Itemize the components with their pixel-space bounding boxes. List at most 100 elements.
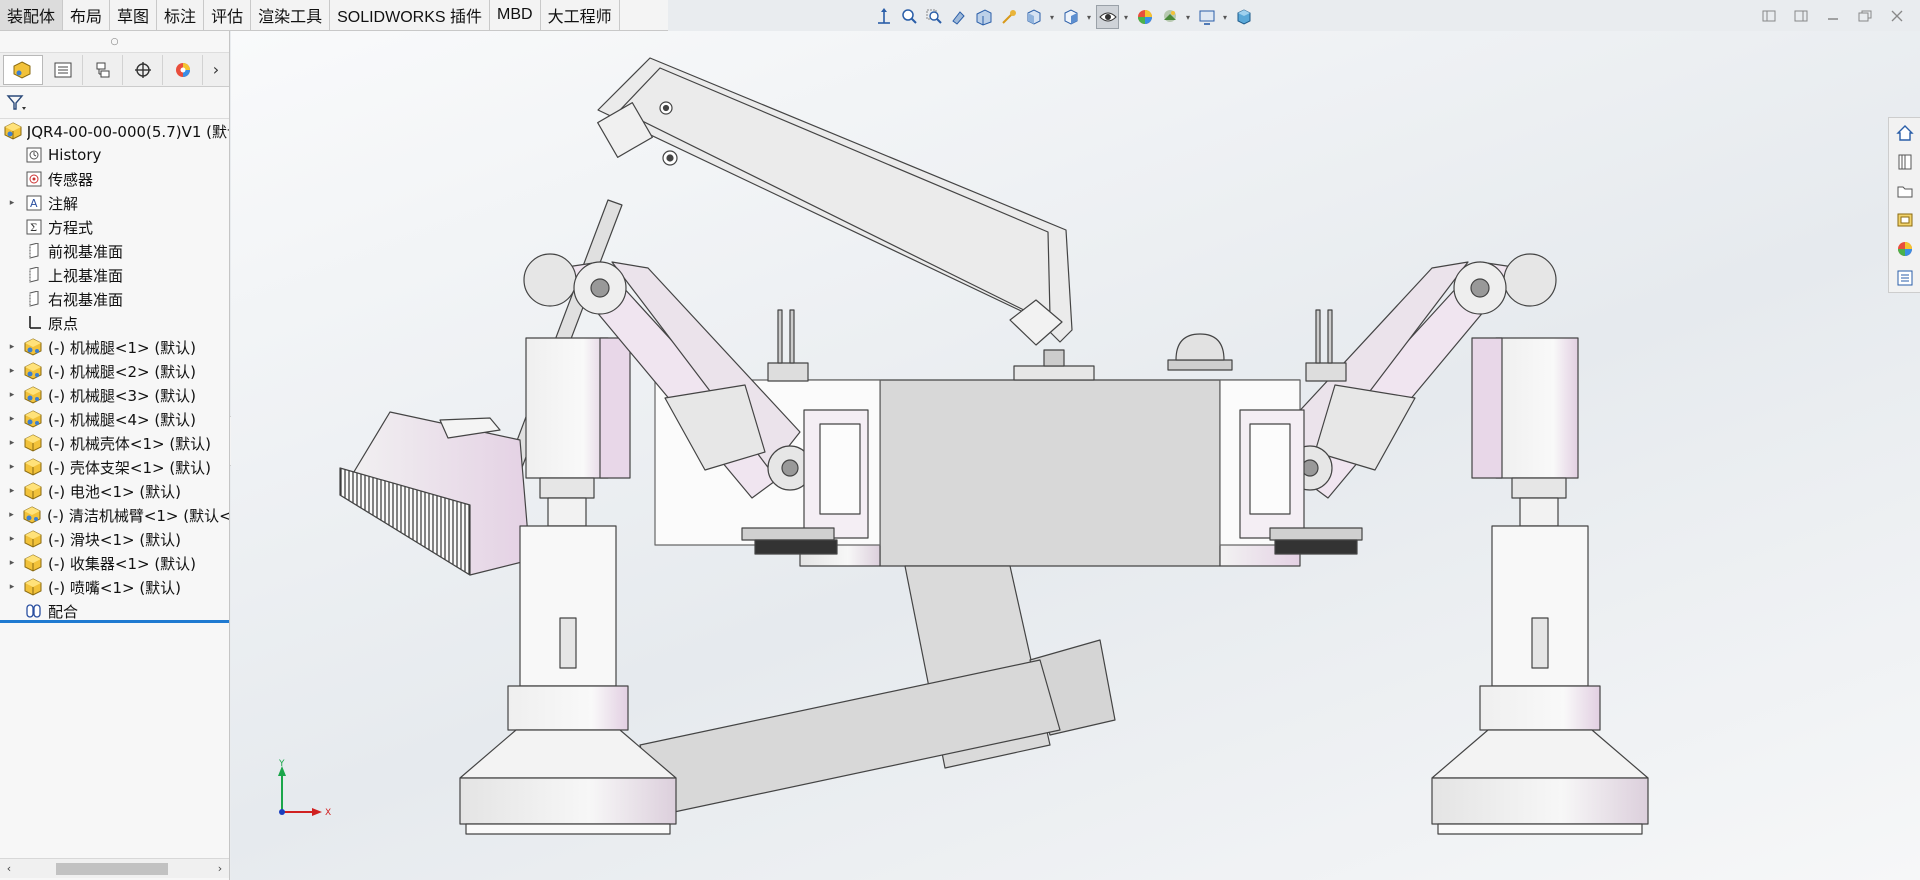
tree-item[interactable]: ▸ (-) 机械腿<4> (默认): [0, 407, 229, 431]
history-icon: [24, 146, 44, 164]
dynamic-annotation-icon[interactable]: [997, 5, 1020, 29]
solidworks-resources-icon[interactable]: [1889, 118, 1920, 147]
featuremanager-tab-icon[interactable]: [3, 54, 43, 85]
tile-left-button[interactable]: [1758, 6, 1780, 26]
tree-item[interactable]: ▸前视基准面: [0, 239, 229, 263]
subassembly-icon: [24, 338, 44, 356]
tree-item[interactable]: ▸ (-) 滑块<1> (默认): [0, 527, 229, 551]
part-icon: [24, 458, 44, 476]
plane-icon: [24, 242, 44, 260]
more-tabs-chevron-icon[interactable]: ›: [203, 55, 229, 85]
previous-view-icon[interactable]: [947, 5, 970, 29]
close-button[interactable]: [1886, 6, 1908, 26]
tree-item[interactable]: ▸ (-) 收集器<1> (默认): [0, 551, 229, 575]
robot-model[interactable]: Y X: [231, 31, 1920, 880]
file-explorer-icon[interactable]: [1889, 176, 1920, 205]
section-view-icon[interactable]: [972, 5, 995, 29]
tree-item[interactable]: ▸ (-) 电池<1> (默认): [0, 479, 229, 503]
propertymanager-tab-icon[interactable]: [43, 54, 83, 85]
graphics-area[interactable]: Y X: [231, 31, 1920, 880]
tree-horizontal-scrollbar[interactable]: ‹ ›: [0, 858, 229, 878]
display-style-icon[interactable]: [1059, 5, 1082, 29]
tree-item[interactable]: ▸ (-) 清洁机械臂<1> (默认<默: [0, 503, 229, 527]
zoom-to-area-icon[interactable]: [922, 5, 945, 29]
dropdown-caret-icon[interactable]: ▾: [1183, 5, 1193, 29]
dropdown-caret-icon[interactable]: ▾: [1047, 5, 1057, 29]
filter-icon[interactable]: [6, 94, 28, 112]
panel-tabs: ›: [0, 53, 229, 87]
tree-root-assembly[interactable]: JQR4-00-00-000(5.7)V1 (默认: [0, 119, 229, 143]
tile-right-button[interactable]: [1790, 6, 1812, 26]
command-tab-5[interactable]: 渲染工具: [251, 0, 331, 30]
zoom-to-fit-icon[interactable]: [897, 5, 920, 29]
expand-arrow-icon[interactable]: ▸: [6, 390, 18, 400]
expand-arrow-icon[interactable]: ▸: [6, 510, 17, 520]
expand-arrow-icon[interactable]: ▸: [6, 534, 18, 544]
minimize-button[interactable]: [1822, 6, 1844, 26]
tree-item[interactable]: ▸ (-) 机械壳体<1> (默认): [0, 431, 229, 455]
tree-item[interactable]: ▸ (-) 机械腿<3> (默认): [0, 383, 229, 407]
custom-properties-icon[interactable]: [1889, 263, 1920, 292]
expand-arrow-icon[interactable]: ▸: [6, 558, 18, 568]
tree-item[interactable]: ▸ (-) 机械腿<1> (默认): [0, 335, 229, 359]
command-tab-1[interactable]: 布局: [63, 0, 111, 30]
tree-item-label: (-) 收集器<1> (默认): [48, 554, 197, 573]
command-tab-3[interactable]: 标注: [157, 0, 205, 30]
tree-item[interactable]: ▸传感器: [0, 167, 229, 191]
tree-filter[interactable]: [0, 87, 229, 119]
dimxpertmanager-tab-icon[interactable]: [123, 54, 163, 85]
scroll-track[interactable]: [18, 862, 211, 876]
3d-view-icon[interactable]: [1232, 5, 1255, 29]
expand-arrow-icon[interactable]: ▸: [6, 342, 18, 352]
design-library-icon[interactable]: [1889, 147, 1920, 176]
command-tab-0[interactable]: 装配体: [0, 0, 64, 30]
view-palette-icon[interactable]: [1889, 205, 1920, 234]
restore-button[interactable]: [1854, 6, 1876, 26]
dropdown-caret-icon[interactable]: ▾: [1084, 5, 1094, 29]
expand-arrow-icon[interactable]: ▸: [6, 414, 18, 424]
displaymanager-tab-icon[interactable]: [163, 54, 203, 85]
view-orientation-icon[interactable]: [872, 5, 895, 29]
scroll-left-icon[interactable]: ‹: [0, 859, 18, 879]
tree-item[interactable]: ▸ A 注解: [0, 191, 229, 215]
tree-item[interactable]: ▸右视基准面: [0, 287, 229, 311]
configurationmanager-tab-icon[interactable]: [83, 54, 123, 85]
tree-item-label: (-) 壳体支架<1> (默认): [48, 458, 212, 477]
view-orientation-cube-icon[interactable]: [1022, 5, 1045, 29]
panel-grip-icon[interactable]: ○: [0, 31, 229, 53]
command-tab-4[interactable]: 评估: [204, 0, 252, 30]
expand-arrow-icon[interactable]: ▸: [6, 438, 18, 448]
svg-text:Σ: Σ: [30, 223, 37, 234]
scroll-right-icon[interactable]: ›: [211, 859, 229, 879]
expand-arrow-icon[interactable]: ▸: [6, 486, 18, 496]
appearances-scenes-icon[interactable]: [1889, 234, 1920, 263]
scroll-thumb[interactable]: [56, 862, 168, 875]
view-settings-icon[interactable]: [1195, 5, 1218, 29]
tree-item[interactable]: ▸Σ方程式: [0, 215, 229, 239]
hide-show-items-icon[interactable]: [1096, 5, 1119, 29]
expand-arrow-icon[interactable]: ▸: [6, 462, 18, 472]
part-icon: [24, 482, 44, 500]
tree-item[interactable]: ▸History: [0, 143, 229, 167]
dropdown-caret-icon[interactable]: ▾: [1121, 5, 1131, 29]
tree-item[interactable]: ▸ (-) 喷嘴<1> (默认): [0, 575, 229, 599]
edit-appearance-icon[interactable]: [1133, 5, 1156, 29]
apply-scene-icon[interactable]: [1158, 5, 1181, 29]
assembly-icon: [4, 122, 23, 140]
command-tab-6[interactable]: SOLIDWORKS 插件: [330, 0, 491, 30]
command-tab-2[interactable]: 草图: [110, 0, 158, 30]
expand-arrow-icon[interactable]: ▸: [6, 198, 18, 208]
tree-item-label: History: [48, 146, 102, 164]
expand-arrow-icon[interactable]: ▸: [6, 582, 18, 592]
command-tab-7[interactable]: MBD: [490, 0, 541, 30]
part-icon: [24, 434, 44, 452]
tree-item-label: (-) 机械腿<3> (默认): [48, 386, 197, 405]
tree-item[interactable]: ▸原点: [0, 311, 229, 335]
tree-item[interactable]: ▸ (-) 机械腿<2> (默认): [0, 359, 229, 383]
expand-arrow-icon[interactable]: ▸: [6, 366, 18, 376]
tree-item[interactable]: ▸ (-) 壳体支架<1> (默认): [0, 455, 229, 479]
tree-item[interactable]: ▸上视基准面: [0, 263, 229, 287]
dropdown-caret-icon[interactable]: ▾: [1220, 5, 1230, 29]
part-icon: [24, 530, 44, 548]
command-tab-8[interactable]: 大工程师: [540, 0, 620, 30]
